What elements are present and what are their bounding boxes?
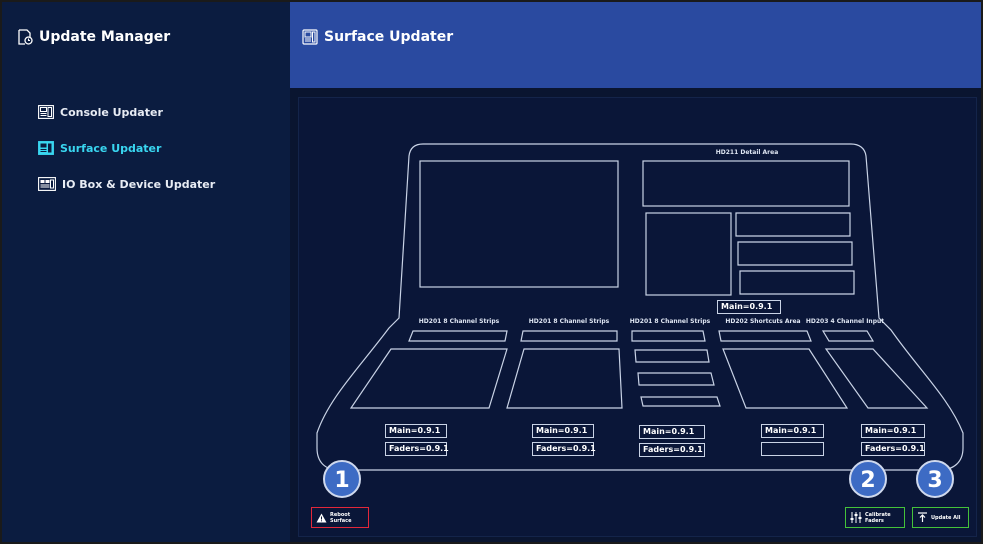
reboot-surface-label: Reboot Surface (330, 511, 352, 524)
sidebar-item-label: Console Updater (60, 105, 163, 119)
detail-left-panel (645, 212, 732, 296)
input-label: HD203 4 Channel Input (806, 318, 884, 325)
strip-2-label: HD201 8 Channel Strips (529, 318, 610, 325)
main-content: HD211 Detail Area HD201 8 Channel Strips… (290, 88, 983, 544)
callout-badge-2: 2 (849, 460, 887, 498)
console-icon (38, 105, 54, 119)
strip-3-fader-2 (637, 372, 715, 386)
calibrate-faders-label: Calibrate Faders (865, 511, 891, 524)
page-title-text: Surface Updater (324, 29, 454, 45)
app-title-text: Update Manager (39, 29, 171, 45)
page-header: Surface Updater (290, 0, 983, 88)
update-all-button[interactable]: Update All (912, 507, 969, 528)
sidebar: Console Updater Surface Updater IO Box &… (0, 88, 290, 544)
strip-3-bar (631, 330, 706, 342)
update-all-label: Update All (931, 514, 961, 521)
input-main-version: Main=0.9.1 (861, 424, 925, 438)
strip-3-fader-3 (640, 396, 721, 407)
shortcuts-label: HD202 Shortcuts Area (725, 318, 800, 325)
strip-1-bar (408, 330, 508, 342)
shortcuts-bar (718, 330, 812, 342)
detail-top-panel (642, 160, 850, 207)
strip-2-faders (506, 348, 623, 409)
sidebar-item-console-updater[interactable]: Console Updater (38, 105, 163, 119)
reboot-surface-button[interactable]: Reboot Surface (311, 507, 369, 528)
strip-1-main-version: Main=0.9.1 (385, 424, 447, 438)
warning-icon (316, 513, 327, 523)
app-header: Update Manager (0, 0, 290, 88)
sidebar-item-label: Surface Updater (60, 141, 162, 155)
shortcuts-main-version: Main=0.9.1 (761, 424, 824, 438)
strip-3-faders-version: Faders=0.9.1 (639, 443, 705, 457)
detail-bar-1 (735, 212, 851, 237)
strip-1-faders-version: Faders=0.9.1 (385, 442, 449, 456)
console-outline (316, 143, 964, 471)
input-faders-version: Faders=0.9.1 (861, 442, 925, 456)
app-window: Update Manager Surface Updater Console U… (0, 0, 983, 544)
page-title: Surface Updater (302, 29, 453, 45)
strip-3-fader-1 (634, 349, 710, 363)
detail-main-version: Main=0.9.1 (717, 300, 781, 314)
surface-icon (302, 29, 318, 45)
sidebar-item-surface-updater[interactable]: Surface Updater (38, 141, 161, 155)
strip-3-main-version: Main=0.9.1 (639, 425, 705, 439)
surface-icon (38, 141, 54, 155)
strip-3-label: HD201 8 Channel Strips (630, 318, 711, 325)
detail-bar-2 (737, 241, 853, 266)
strip-1-label: HD201 8 Channel Strips (419, 318, 500, 325)
detail-screen-main (419, 160, 619, 288)
sidebar-item-io-box-device-updater[interactable]: IO Box & Device Updater (38, 177, 215, 191)
detail-area-label: HD211 Detail Area (716, 149, 779, 156)
shortcuts-faders-version (761, 442, 824, 456)
sidebar-item-label: IO Box & Device Updater (62, 177, 216, 191)
io-box-icon (38, 177, 56, 191)
callout-badge-1: 1 (323, 460, 361, 498)
sliders-icon (850, 512, 862, 523)
strip-2-main-version: Main=0.9.1 (532, 424, 594, 438)
upload-icon (917, 512, 928, 523)
callout-badge-3: 3 (916, 460, 954, 498)
input-bar (821, 330, 875, 342)
strip-1-faders (349, 348, 508, 409)
strip-2-bar (520, 330, 618, 342)
detail-bar-3 (739, 270, 855, 295)
app-title: Update Manager (17, 29, 170, 45)
surface-panel: HD211 Detail Area HD201 8 Channel Strips… (298, 97, 977, 537)
strip-2-faders-version: Faders=0.9.1 (532, 442, 596, 456)
calibrate-faders-button[interactable]: Calibrate Faders (845, 507, 905, 528)
update-manager-icon (17, 29, 33, 45)
shortcuts-faders (722, 348, 849, 409)
